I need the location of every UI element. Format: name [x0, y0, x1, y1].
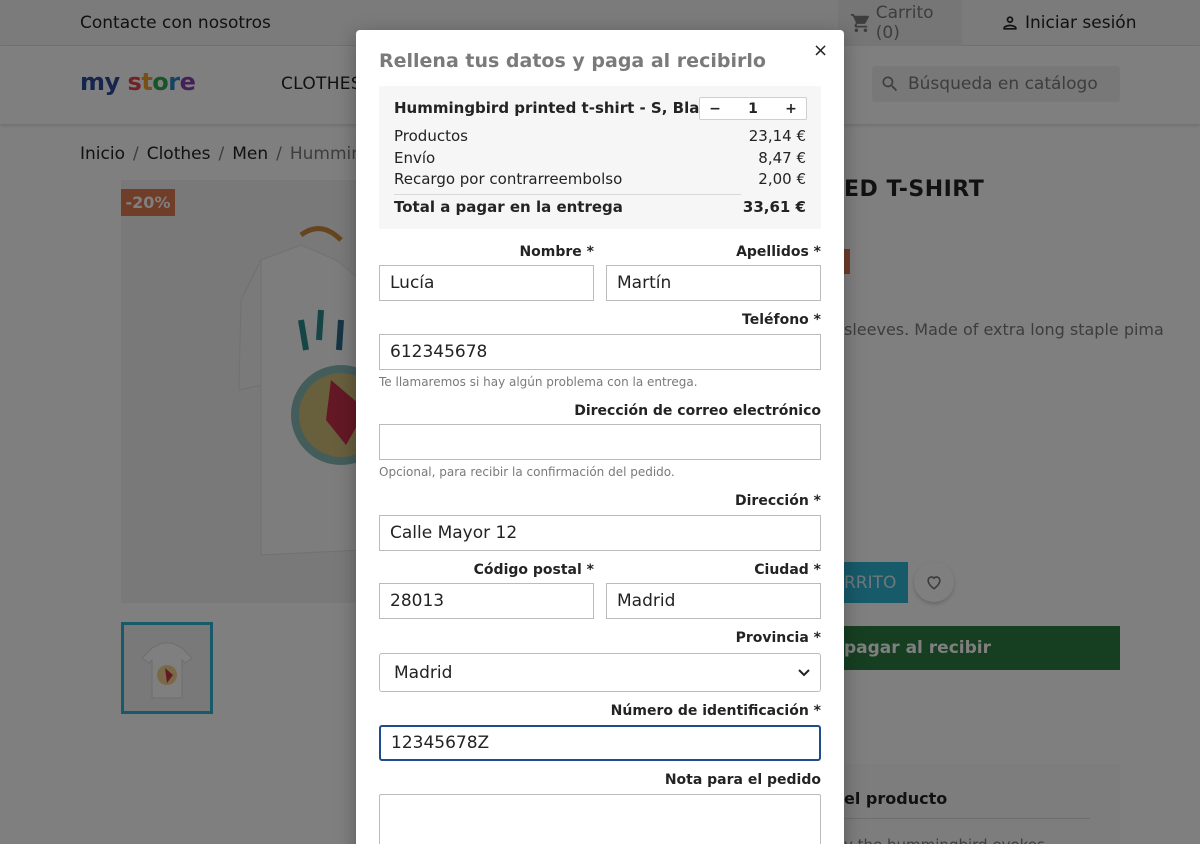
telefono-help: Te llamaremos si hay algún problema con …: [379, 375, 698, 389]
id-label: Número de identificación *: [610, 703, 821, 719]
summary-label: Envío: [394, 149, 436, 167]
provincia-value: Madrid: [394, 662, 453, 683]
nota-field[interactable]: [379, 794, 821, 844]
cp-field[interactable]: 28013: [379, 583, 594, 619]
order-summary: Hummingbird printed t-shirt - S, Blanco …: [379, 86, 821, 229]
apellidos-field[interactable]: Martín: [606, 265, 821, 301]
qty-plus-button[interactable]: +: [776, 101, 806, 117]
nombre-field[interactable]: Lucía: [379, 265, 594, 301]
summary-product-name: Hummingbird printed t-shirt - S, Blanco: [394, 99, 730, 117]
summary-row: Productos 23,14 €: [394, 127, 806, 145]
telefono-label: Teléfono *: [742, 312, 821, 328]
qty-value[interactable]: 1: [738, 101, 768, 117]
close-icon[interactable]: ×: [813, 40, 828, 61]
direccion-label: Dirección *: [735, 493, 821, 509]
chevron-down-icon: [798, 668, 810, 676]
summary-value: 23,14 €: [748, 127, 806, 145]
cod-order-modal: Rellena tus datos y paga al recibirlo × …: [356, 30, 844, 844]
quantity-stepper[interactable]: − 1 +: [699, 97, 807, 120]
nombre-label: Nombre *: [519, 244, 594, 260]
direccion-field[interactable]: Calle Mayor 12: [379, 515, 821, 551]
summary-row: Envío 8,47 €: [394, 149, 806, 167]
summary-divider: [394, 194, 741, 195]
ciudad-field[interactable]: Madrid: [606, 583, 821, 619]
email-help: Opcional, para recibir la confirmación d…: [379, 465, 675, 479]
modal-title: Rellena tus datos y paga al recibirlo: [379, 50, 766, 72]
summary-label: Productos: [394, 127, 468, 145]
summary-value: 8,47 €: [758, 149, 806, 167]
apellidos-label: Apellidos *: [736, 244, 821, 260]
summary-row: Recargo por contrarreembolso 2,00 €: [394, 170, 806, 188]
email-field[interactable]: [379, 424, 821, 460]
id-field[interactable]: 12345678Z: [379, 725, 821, 761]
total-label: Total a pagar en la entrega: [394, 198, 623, 216]
qty-minus-button[interactable]: −: [700, 101, 730, 117]
telefono-field[interactable]: 612345678: [379, 334, 821, 370]
total-value: 33,61 €: [742, 198, 806, 216]
summary-label: Recargo por contrarreembolso: [394, 170, 623, 188]
summary-value: 2,00 €: [758, 170, 806, 188]
provincia-label: Provincia *: [735, 630, 821, 646]
summary-total-row: Total a pagar en la entrega 33,61 €: [394, 198, 806, 216]
ciudad-label: Ciudad *: [754, 562, 821, 578]
email-label: Dirección de correo electrónico: [574, 403, 821, 419]
nota-label: Nota para el pedido: [664, 772, 821, 788]
cp-label: Código postal *: [473, 562, 594, 578]
provincia-select[interactable]: Madrid: [379, 653, 821, 692]
